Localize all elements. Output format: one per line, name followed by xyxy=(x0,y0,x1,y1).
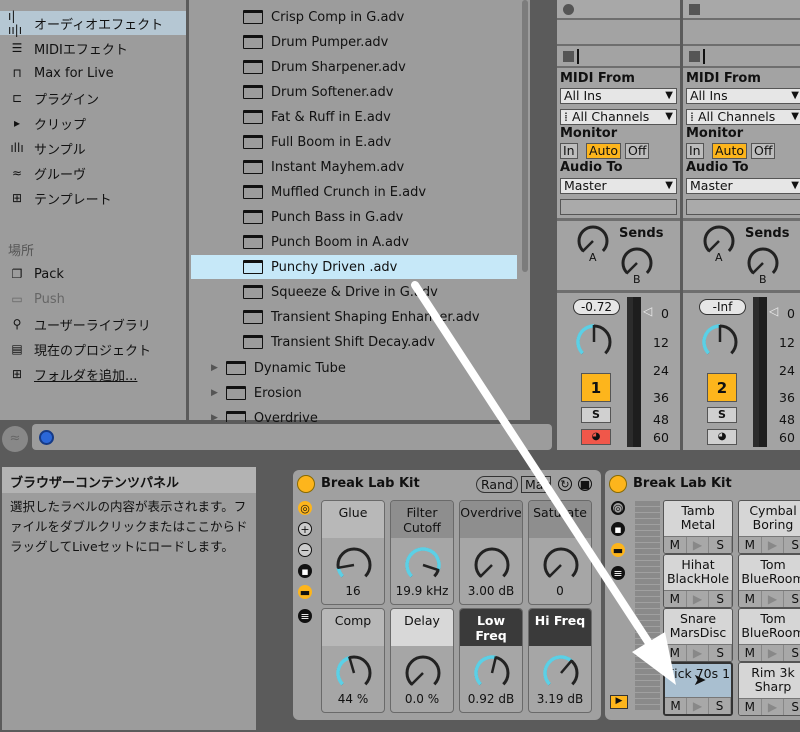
drag-arrow xyxy=(411,281,676,685)
mouse-cursor-icon: ➤ xyxy=(693,670,707,689)
